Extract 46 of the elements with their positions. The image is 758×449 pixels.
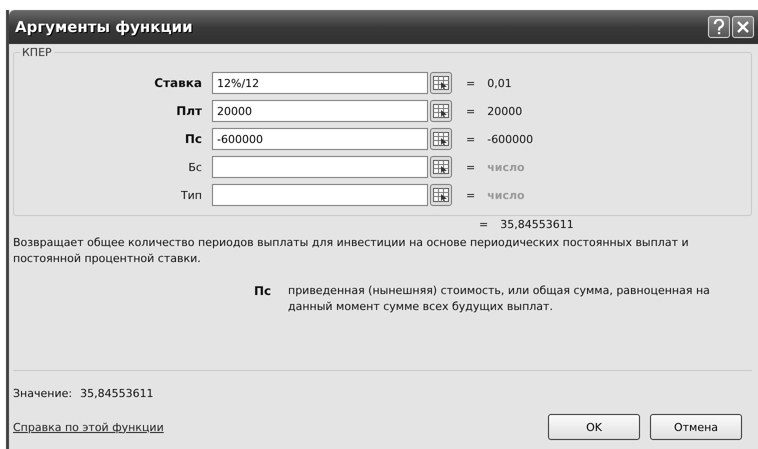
question-icon	[713, 19, 725, 35]
function-description: Возвращает общее количество периодов выплаты для инвестиции на основе периодических постоянных выплат и постоянной процентной ставки.	[13, 235, 690, 267]
grid-icon	[433, 188, 449, 202]
help-link[interactable]: Справка по этой функции	[13, 420, 548, 434]
group-title: КПЕР	[20, 46, 54, 59]
argument-field[interactable]	[212, 156, 428, 178]
argument-description: приведенная (нынешняя) стоимость, или общая сумма, равноценная на данный момент сумме всех будущих выплат.	[288, 283, 711, 315]
argument-field[interactable]: 20000	[212, 100, 428, 122]
argument-result: 20000	[487, 104, 522, 118]
close-icon	[736, 20, 750, 34]
grid-icon	[433, 160, 449, 174]
cancel-button[interactable]: Отмена	[650, 414, 742, 440]
collapse-button[interactable]	[430, 128, 452, 150]
equals-sign: =	[466, 132, 476, 146]
collapse-button[interactable]	[430, 72, 452, 94]
equals-sign: =	[466, 76, 476, 90]
argument-label: Плт	[175, 104, 203, 118]
close-button[interactable]	[732, 16, 754, 38]
ok-button[interactable]: OK	[548, 414, 640, 440]
argument-field[interactable]: 12%/12	[212, 72, 428, 94]
window-title: Аргументы функции	[15, 18, 194, 36]
argument-label: Пс	[184, 132, 203, 146]
grid-icon	[433, 132, 449, 146]
equals-sign: =	[466, 104, 476, 118]
equals-sign: =	[466, 160, 476, 174]
equals-sign: =	[466, 188, 476, 202]
argument-field[interactable]: -600000	[212, 128, 428, 150]
argument-label: Тип	[180, 188, 203, 202]
equals-sign: =	[479, 218, 488, 231]
collapse-button[interactable]	[430, 184, 452, 206]
argument-name: Пс	[254, 283, 272, 300]
formula-result: 35,84553611	[500, 218, 574, 231]
argument-result: число	[487, 160, 525, 174]
value-label: Значение:	[13, 387, 72, 400]
grid-icon	[433, 104, 449, 118]
argument-field[interactable]	[212, 184, 428, 206]
argument-result: 0,01	[487, 76, 512, 90]
argument-label: Ставка	[153, 76, 203, 90]
help-button[interactable]	[708, 16, 730, 38]
argument-label: Бс	[187, 160, 203, 174]
value-text: 35,84553611	[80, 387, 154, 400]
collapse-button[interactable]	[430, 156, 452, 178]
collapse-button[interactable]	[430, 100, 452, 122]
grid-icon	[433, 76, 449, 90]
argument-result: число	[487, 188, 525, 202]
argument-result: -600000	[487, 132, 534, 146]
